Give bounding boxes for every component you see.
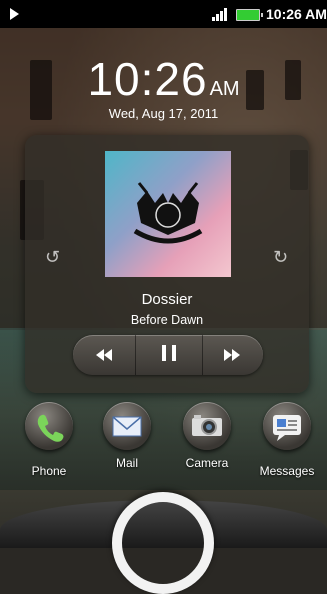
mail-icon — [103, 402, 151, 450]
next-arrow-icon[interactable]: ↻ — [273, 247, 288, 268]
app-label-messages: Messages — [259, 464, 315, 478]
status-bar: 10:26 AM — [0, 0, 327, 28]
app-shortcut-mail[interactable]: Mail — [92, 402, 162, 470]
phone-icon — [25, 402, 73, 450]
messages-icon — [263, 402, 311, 450]
app-shortcut-camera[interactable]: Camera — [172, 402, 242, 470]
pause-button[interactable] — [135, 335, 203, 375]
clock-date: Wed, Aug 17, 2011 — [108, 106, 219, 121]
unlock-ring[interactable] — [112, 492, 214, 594]
clock-ampm: AM — [209, 78, 240, 100]
app-shortcut-phone[interactable]: Phone — [14, 402, 84, 478]
music-widget: ↺ ↻ Dossier Before Dawn — [25, 135, 309, 393]
rewind-icon — [96, 346, 112, 365]
prev-arrow-icon[interactable]: ↺ — [45, 247, 60, 268]
app-shortcut-messages[interactable]: Messages — [252, 402, 322, 478]
album-art — [105, 151, 231, 277]
clock-time: 10:26 — [87, 53, 208, 105]
crest-logo — [133, 182, 203, 244]
signal-icon — [212, 7, 232, 21]
camera-icon — [183, 402, 231, 450]
battery-icon — [236, 9, 263, 21]
app-label-mail: Mail — [115, 456, 138, 470]
status-time: 10:26 AM — [266, 6, 327, 22]
rewind-button[interactable] — [73, 335, 135, 375]
forward-icon — [224, 346, 240, 365]
play-indicator-icon — [10, 8, 19, 20]
track-album: Before Dawn — [130, 313, 204, 327]
app-label-phone: Phone — [31, 464, 67, 478]
track-title: Dossier — [141, 291, 193, 308]
pause-icon — [159, 345, 179, 365]
playback-controls — [73, 335, 263, 375]
lockscreen-clock: 10:26 AM — [0, 52, 327, 106]
forward-button[interactable] — [201, 335, 263, 375]
app-label-camera: Camera — [185, 456, 229, 470]
